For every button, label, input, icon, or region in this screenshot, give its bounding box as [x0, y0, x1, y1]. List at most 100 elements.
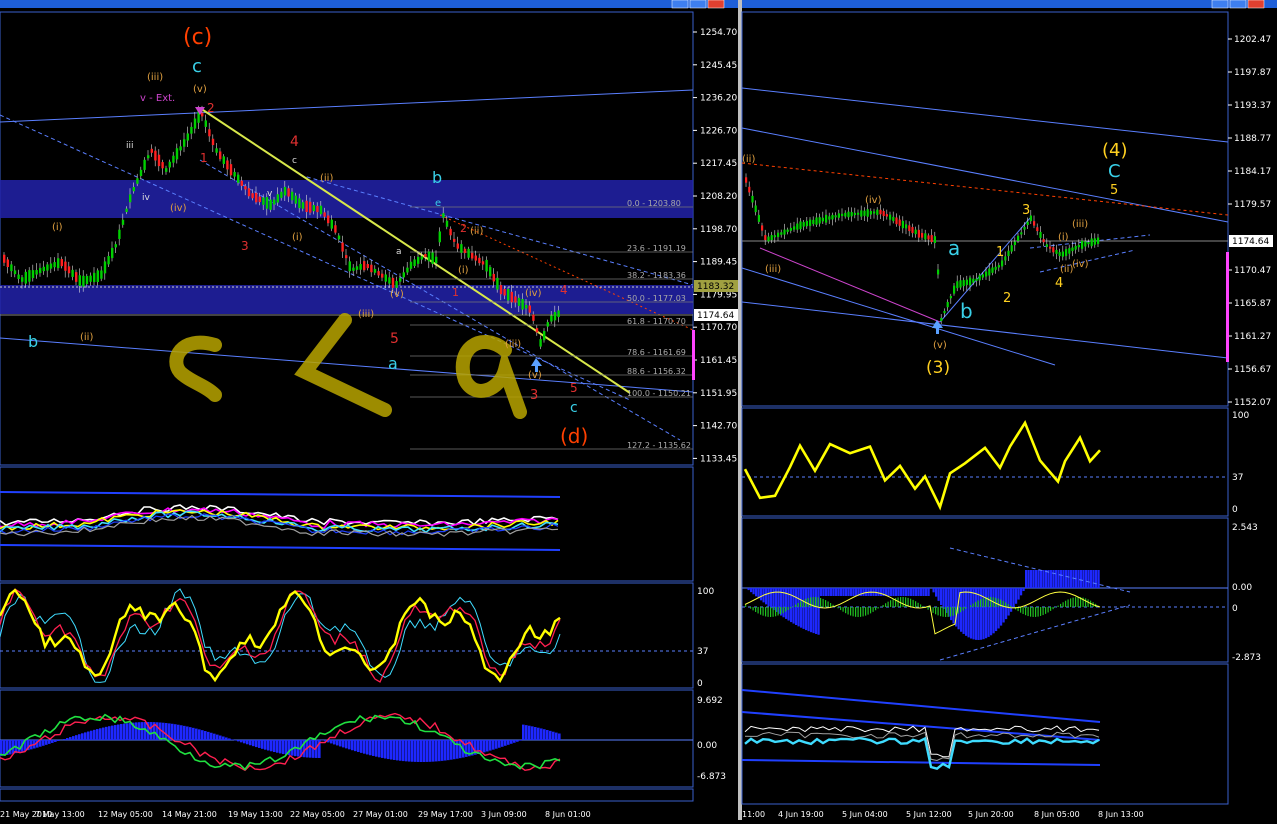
left-osc1-min: 0: [697, 679, 703, 689]
macd-bar: [507, 740, 510, 745]
macd-bar: [102, 728, 105, 740]
right-price-pane[interactable]: 1202.471197.871193.371188.771184.171179.…: [742, 12, 1273, 408]
macd-signal-bar: [948, 607, 949, 617]
macd-signal-bar: [838, 607, 839, 608]
candle-body: [410, 262, 412, 269]
macd-bar: [423, 740, 426, 762]
macd-bar: [369, 740, 372, 755]
macd-bar: [1068, 570, 1070, 588]
candle-body: [915, 230, 917, 235]
wave-label-red_4: 4: [290, 134, 299, 150]
minimize-icon[interactable]: [672, 0, 688, 8]
candle-body: [975, 279, 977, 281]
candle-body: [241, 181, 243, 186]
maximize-icon[interactable]: [1230, 0, 1246, 8]
left-ribbon-pane[interactable]: [0, 467, 693, 581]
macd-bar: [444, 740, 447, 761]
candle-body: [125, 209, 127, 212]
candle-body: [244, 186, 246, 189]
macd-bar: [225, 737, 228, 740]
candle-body: [176, 148, 178, 159]
left-window-titlebar[interactable]: [0, 0, 738, 8]
macd-bar: [117, 725, 120, 740]
left-stoch-pane[interactable]: 100 37 0: [0, 583, 714, 689]
macd-signal-bar: [778, 607, 779, 615]
macd-bar: [933, 588, 935, 592]
macd-signal-bar: [793, 606, 794, 607]
right-scroll-marker[interactable]: [1226, 252, 1229, 362]
left-macd-pane[interactable]: 9.692 0.00 -6.873: [0, 690, 726, 787]
macd-signal-bar: [818, 597, 819, 607]
candle-body: [406, 268, 408, 273]
candle-body: [277, 194, 279, 202]
wave-label-red_2b: 2: [460, 222, 467, 235]
macd-bar: [908, 588, 910, 596]
macd-bar: [393, 740, 396, 760]
maximize-icon[interactable]: [690, 0, 706, 8]
macd-bar: [1063, 570, 1065, 588]
macd-bar: [943, 588, 945, 609]
left-osc1-max: 100: [697, 587, 714, 597]
candle-body: [547, 322, 549, 326]
right-osc1-max: 100: [1232, 411, 1249, 421]
candle-body: [327, 215, 329, 223]
minimize-icon[interactable]: [1212, 0, 1228, 8]
candle-body: [453, 239, 455, 242]
candle-body: [1001, 260, 1003, 266]
left-scroll-marker[interactable]: [692, 330, 695, 380]
macd-signal-bar: [903, 597, 904, 607]
right-price-frame: [742, 12, 1228, 406]
macd-bar: [57, 740, 60, 741]
candle-body: [969, 278, 971, 286]
right-ribbon-frame: [742, 664, 1228, 804]
macd-bar: [18, 740, 21, 752]
right-window-titlebar[interactable]: [742, 0, 1277, 8]
candle-body: [886, 214, 888, 216]
right-osc2-zero-b: 0: [1232, 604, 1238, 614]
left-scroll-area[interactable]: [0, 789, 693, 801]
candle-body: [302, 202, 304, 208]
candle-body: [998, 265, 1000, 267]
candle-body: [991, 267, 993, 272]
macd-bar: [198, 729, 201, 740]
candle-body: [7, 259, 9, 267]
candle-body: [377, 271, 379, 275]
macd-bar: [808, 588, 810, 631]
macd-bar: [354, 740, 357, 751]
right-macd-pane[interactable]: 2.543 0.00 0 -2.873: [742, 518, 1261, 663]
price-tick-label: 1189.45: [700, 258, 737, 268]
window-divider[interactable]: [738, 0, 742, 820]
candle-body: [208, 129, 210, 136]
macd-signal-bar: [853, 607, 854, 616]
close-icon[interactable]: [708, 0, 724, 8]
macd-bar: [970, 588, 972, 639]
candle-body: [57, 258, 59, 268]
candle-body: [780, 232, 782, 235]
macd-signal-bar: [978, 601, 979, 607]
price-tick-label: 1236.20: [700, 94, 737, 104]
macd-bar: [360, 740, 363, 753]
right-rsi-pane[interactable]: 100 37 0: [742, 408, 1249, 516]
candle-body: [3, 255, 5, 263]
candle-body: [790, 228, 792, 231]
left-price-pane[interactable]: 0.0 - 1203.8023.6 - 1191.1938.2 - 1183.3…: [0, 12, 738, 465]
macd-bar: [519, 740, 522, 741]
macd-bar: [913, 588, 915, 596]
right-ribbon-pane[interactable]: [742, 664, 1228, 804]
candle-body: [847, 212, 849, 218]
candle-body: [464, 249, 466, 253]
candle-body: [1049, 247, 1051, 249]
candle-body: [35, 270, 37, 275]
macd-bar: [351, 740, 354, 750]
macd-bar: [201, 730, 204, 740]
candle-body: [388, 277, 390, 283]
macd-bar: [855, 588, 857, 596]
macd-bar: [935, 588, 937, 597]
candle-body: [815, 217, 817, 224]
close-icon[interactable]: [1248, 0, 1264, 8]
macd-bar: [753, 588, 755, 594]
candle-body: [305, 201, 307, 212]
time-tick-label: 11:00: [742, 810, 765, 819]
candle-body: [172, 156, 174, 163]
macd-bar: [853, 588, 855, 596]
